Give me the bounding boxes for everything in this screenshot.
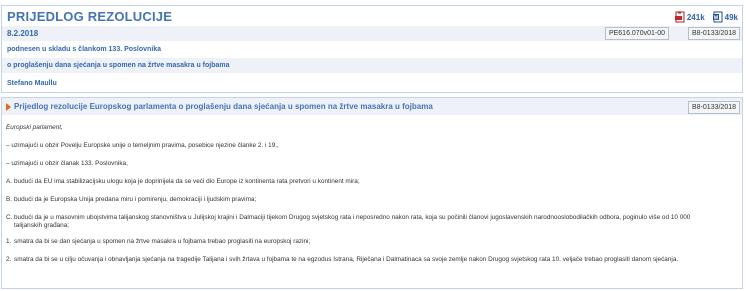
paragraph-item: 2. smatra da bi se u cilju očuvanja i obn… [6, 256, 732, 264]
motion-reference: B8-0133/2018 [688, 101, 740, 114]
intro-text: Europski parlament, [6, 124, 63, 131]
doc-size: 49k [724, 12, 738, 22]
pdf-icon [674, 11, 685, 23]
recital-text: budući da EU ima stabilizacijsku ulogu k… [14, 178, 360, 185]
paragraph-text: smatra da bi se dan sjećanja u spomen na… [14, 238, 311, 245]
citation-item: – uzimajući u obzir članak 133. Poslovni… [6, 160, 128, 167]
paragraph-item: 1. smatra da bi se dan sjećanja u spomen … [6, 238, 732, 246]
doc-download-link[interactable]: 49k [712, 11, 738, 23]
paragraph-label: 1. [6, 238, 12, 245]
subject-row: o proglašenju dana sjećanja u spomen na … [2, 58, 742, 73]
motion-title: Prijedlog rezolucije Europskog parlament… [14, 102, 433, 111]
b8-reference: B8-0133/2018 [688, 27, 740, 40]
pdf-size: 241k [686, 12, 705, 22]
pdf-download-link[interactable]: 241k [674, 11, 705, 23]
recital-label: C. [6, 214, 13, 221]
download-links: 241k 49k [674, 11, 738, 23]
document-title: PRIJEDLOG REZOLUCIJE [7, 9, 173, 24]
recital-text: budući da je u masovnim ubojstvima talij… [14, 214, 691, 229]
recital-item: B. budući da je Europska Unija predana mi… [6, 196, 732, 204]
word-document-icon [712, 11, 723, 23]
pe-reference: PE616.070v01-00 [604, 27, 669, 40]
citation-item: – uzimajući u obzir Povelju Europske uni… [6, 142, 279, 149]
expand-arrow-icon[interactable] [6, 103, 11, 111]
submitted-note: podnesen u skladu s člankom 133. Poslovn… [7, 46, 162, 53]
motion-panel: Prijedlog rezolucije Europskog parlament… [1, 97, 743, 289]
recital-label: A. [6, 178, 13, 185]
recital-label: B. [6, 196, 13, 203]
document-date: 8.2.2018 [7, 29, 39, 38]
recital-item: A. budući da EU ima stabilizacijsku ulogu… [6, 178, 732, 186]
date-row: 8.2.2018 PE616.070v01-00 B8-0133/2018 [2, 26, 742, 41]
resolution-header-panel: PRIJEDLOG REZOLUCIJE 241k 49k 8.2.2018 P… [1, 5, 743, 93]
author-name: Stefano Maullu [7, 80, 57, 87]
motion-title-row: Prijedlog rezolucije Europskog parlament… [2, 98, 742, 115]
paragraph-label: 2. [6, 256, 12, 263]
paragraph-text: smatra da bi se u cilju očuvanja i obnav… [14, 256, 679, 263]
recital-item: C. budući da je u masovnim ubojstvima tal… [6, 214, 732, 230]
subject-line: o proglašenju dana sjećanja u spomen na … [7, 62, 230, 69]
recital-text: budući da je Europska Unija predana miru… [14, 196, 257, 203]
